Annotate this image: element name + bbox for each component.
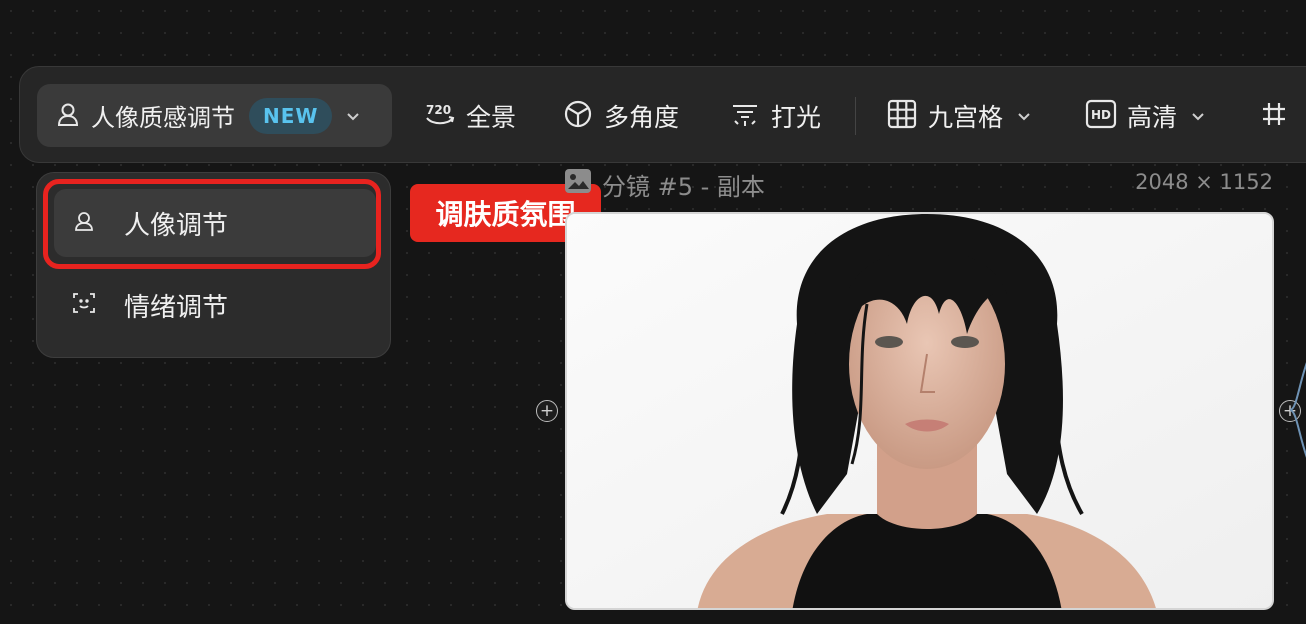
panorama-label: 全景 xyxy=(466,102,517,132)
panorama-tool-button[interactable]: 720 全景 xyxy=(424,84,516,147)
multi-angle-icon xyxy=(562,99,594,133)
chevron-down-icon[interactable] xyxy=(1189,107,1207,125)
node-size: 2048 × 1152 xyxy=(1135,170,1273,194)
portrait-photo xyxy=(567,214,1272,608)
hash-grid-icon xyxy=(1260,100,1288,132)
hd-label: 高清 xyxy=(1127,102,1178,132)
edge-line xyxy=(1289,362,1306,458)
menu-item-label: 情绪调节 xyxy=(124,292,229,323)
image-icon xyxy=(564,168,592,200)
portrait-texture-label: 人像质感调节 xyxy=(91,104,235,132)
menu-item-label: 人像调节 xyxy=(124,210,229,241)
portrait-icon xyxy=(55,101,81,131)
chevron-down-icon[interactable] xyxy=(1015,107,1033,125)
lighting-label: 打光 xyxy=(771,102,822,132)
grid-label: 九宫格 xyxy=(928,102,1004,132)
hd-icon: HD xyxy=(1085,98,1117,134)
portrait-icon xyxy=(72,209,96,237)
svg-text:720: 720 xyxy=(426,103,451,117)
lighting-tool-button[interactable]: 打光 xyxy=(729,84,821,147)
lighting-icon xyxy=(729,100,761,132)
new-badge: NEW xyxy=(249,97,333,134)
portrait-dropdown-menu: 人像调节 情绪调节 xyxy=(36,172,391,358)
portrait-image[interactable] xyxy=(565,212,1274,610)
grid-tool-button[interactable]: 九宫格 xyxy=(886,84,1033,147)
multi-angle-label: 多角度 xyxy=(604,102,680,132)
chevron-down-icon[interactable] xyxy=(344,107,362,125)
face-scan-icon xyxy=(72,291,96,319)
hd-tool-button[interactable]: HD 高清 xyxy=(1085,84,1207,147)
toolbar-divider xyxy=(855,97,856,135)
portrait-texture-tool-button[interactable]: 人像质感调节 NEW xyxy=(37,84,392,147)
node-title-label: 分镜 #5 - 副本 xyxy=(602,172,765,201)
connector-left-plus-icon[interactable]: + xyxy=(536,400,558,422)
node-title: 分镜 #5 - 副本 xyxy=(564,168,765,201)
toolbar: 人像质感调节 NEW 720 全景 多角度 打光 九宫格 HD 高清 xyxy=(19,66,1306,163)
multi-angle-tool-button[interactable]: 多角度 xyxy=(562,84,679,147)
menu-item-portrait-adjust[interactable]: 人像调节 xyxy=(54,189,376,257)
svg-text:HD: HD xyxy=(1091,108,1111,122)
720-panorama-icon: 720 xyxy=(424,100,456,132)
menu-item-emotion-adjust[interactable]: 情绪调节 xyxy=(54,271,376,339)
more-tool-button[interactable] xyxy=(1260,84,1288,147)
grid-icon xyxy=(886,98,918,134)
